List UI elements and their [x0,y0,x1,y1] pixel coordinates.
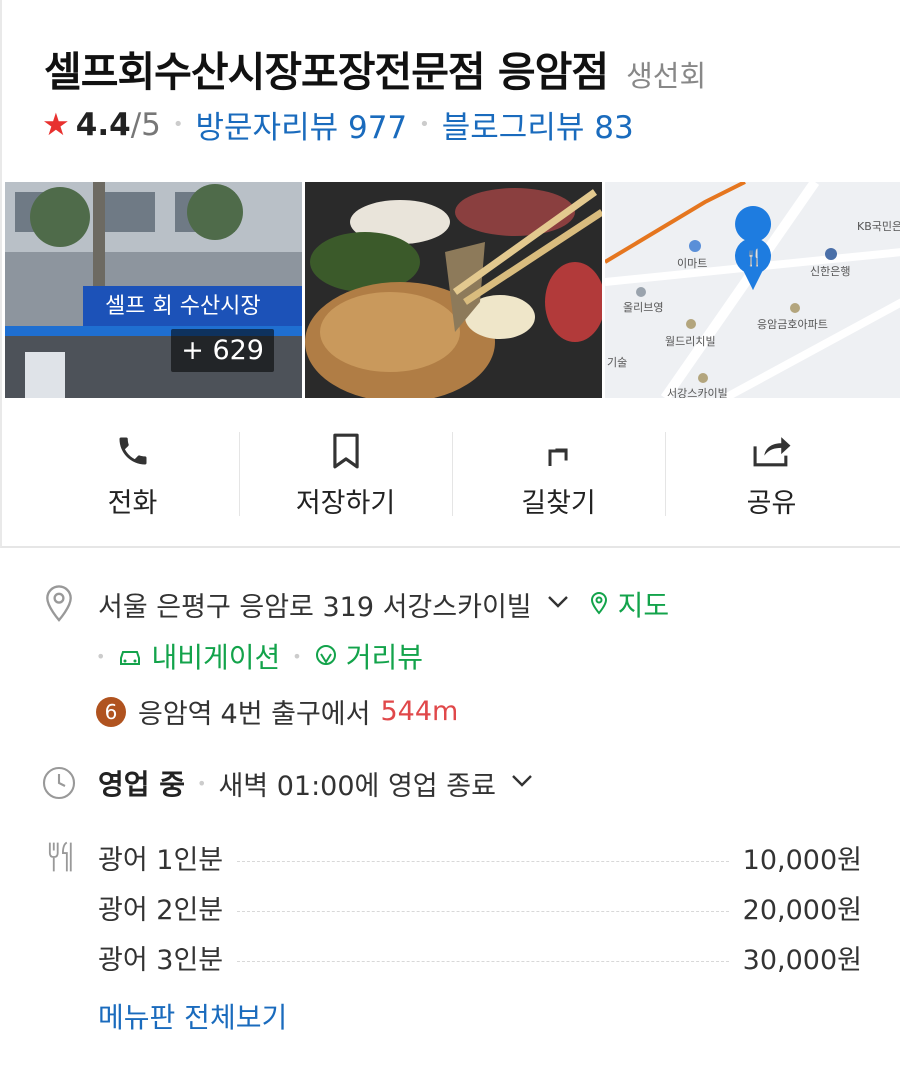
map-thumbnail[interactable]: KB국민은 이마트 신한은행 올리브영 응암금호아파트 월드리치빌 서강스카이빌… [605,182,900,398]
share-icon [752,430,792,471]
address-text: 서울 은평구 응암로 319 서강스카이빌 [98,591,532,623]
menu-item: 광어 3인분 30,000원 [98,938,862,977]
menu-item-price: 30,000원 [742,945,862,976]
photo-strip: 셀프 회 수산시장 + 629 KB국민은 이마트 신한은행 올리브영 응암금호… [5,182,900,398]
svg-text:이마트: 이마트 [677,257,707,270]
hours-status: 영업 중 [98,768,186,801]
subway-row: 6 응암역 4번 출구에서 544m [96,692,458,731]
bookmark-icon [330,430,362,471]
separator-dot: • [419,114,430,135]
map-image: KB국민은 이마트 신한은행 올리브영 응암금호아파트 월드리치빌 서강스카이빌… [605,182,900,398]
svg-text:🍴: 🍴 [744,248,764,267]
blog-reviews-link[interactable]: 블로그리뷰 83 [442,102,634,147]
subway-station: 응암역 [138,699,213,730]
action-bar: 전화 저장하기 길찾기 공유 [26,430,878,520]
rating-value: 4.4 [75,106,131,143]
navigation-link[interactable]: 내비게이션 [117,636,280,676]
star-icon: ★ [42,106,70,143]
fork-knife-icon [40,838,78,876]
rating-max: /5 [130,106,161,143]
hours-detail: 새벽 01:00에 영업 종료 [218,770,496,802]
car-icon [120,651,141,665]
separator-dot: • [172,114,184,135]
place-title: 셀프회수산시장포장전문점 응암점 [44,48,609,96]
dotted-leader [237,911,729,912]
dotted-leader [237,961,729,962]
menu-item: 광어 1인분 10,000원 [98,838,862,877]
subway-distance: 544m [380,696,459,727]
menu-item-price: 10,000원 [742,845,862,876]
subway-line-badge: 6 [96,696,126,727]
address-row: 서울 은평구 응암로 319 서강스카이빌 지도 [40,584,669,624]
hours-row[interactable]: 영업 중 • 새벽 01:00에 영업 종료 [40,763,534,803]
svg-text:응암금호아파트: 응암금호아파트 [757,318,828,331]
svg-text:서강스카이빌: 서강스카이빌 [667,387,728,398]
place-category: 생선회 [626,59,707,93]
streetview-link[interactable]: 거리뷰 [314,636,423,676]
location-pin-icon [40,585,78,623]
menu-item-price: 20,000원 [742,895,862,926]
menu-item: 광어 2인분 20,000원 [98,888,862,927]
menu-item-name: 광어 1인분 [98,845,224,876]
visitor-reviews-link[interactable]: 방문자리뷰 977 [196,102,408,147]
separator-dot: • [292,646,302,666]
title-row: 셀프회수산시장포장전문점 응암점 생선회 [44,38,706,98]
save-button[interactable]: 저장하기 [239,430,452,520]
streetview-label: 거리뷰 [345,641,423,674]
svg-text:KB국민은: KB국민은 [857,220,900,233]
directions-label: 길찾기 [521,488,596,519]
photo-count-badge: + 629 [171,329,274,372]
directions-icon [541,430,577,471]
chevron-down-icon[interactable] [546,594,570,614]
navigation-label: 내비게이션 [151,641,281,674]
phone-icon [115,430,151,471]
call-label: 전화 [107,488,158,519]
dotted-leader [237,861,729,862]
save-label: 저장하기 [295,488,396,519]
view-full-menu-link[interactable]: 메뉴판 전체보기 [98,996,287,1036]
food-photo[interactable] [305,182,602,398]
map-pin-icon [590,591,607,615]
storefront-photo[interactable]: 셀프 회 수산시장 + 629 [5,182,302,398]
svg-text:올리브영: 올리브영 [623,301,663,314]
food-image [305,182,602,398]
menu-item-name: 광어 2인분 [98,895,224,926]
svg-text:월드리치빌: 월드리치빌 [665,335,716,348]
subway-exit: 4번 출구에서 [220,699,371,730]
clock-icon [40,764,78,802]
separator-dot: • [96,646,106,666]
call-button[interactable]: 전화 [26,430,239,520]
svg-text:신한은행: 신한은행 [810,265,850,278]
separator-dot: • [197,773,207,793]
menu-icon-row [40,838,78,876]
share-label: 공유 [746,488,797,519]
rating-row: ★ 4.4 /5 • 방문자리뷰 977 • 블로그리뷰 83 [42,102,634,147]
menu-item-name: 광어 3인분 [98,945,224,976]
share-button[interactable]: 공유 [665,430,878,520]
streetview-icon [315,645,336,665]
sign-text: 셀프 회 수산시장 [105,294,261,319]
chevron-down-icon[interactable] [510,773,534,793]
place-header: 셀프회수산시장포장전문점 응암점 생선회 ★ 4.4 /5 • 방문자리뷰 97… [0,0,900,548]
map-link-label: 지도 [617,589,670,622]
map-link[interactable]: 지도 [588,584,670,624]
svg-text:기술: 기술 [607,356,627,369]
directions-button[interactable]: 길찾기 [452,430,665,520]
address-links-row: • 내비게이션 • 거리뷰 [96,636,423,676]
